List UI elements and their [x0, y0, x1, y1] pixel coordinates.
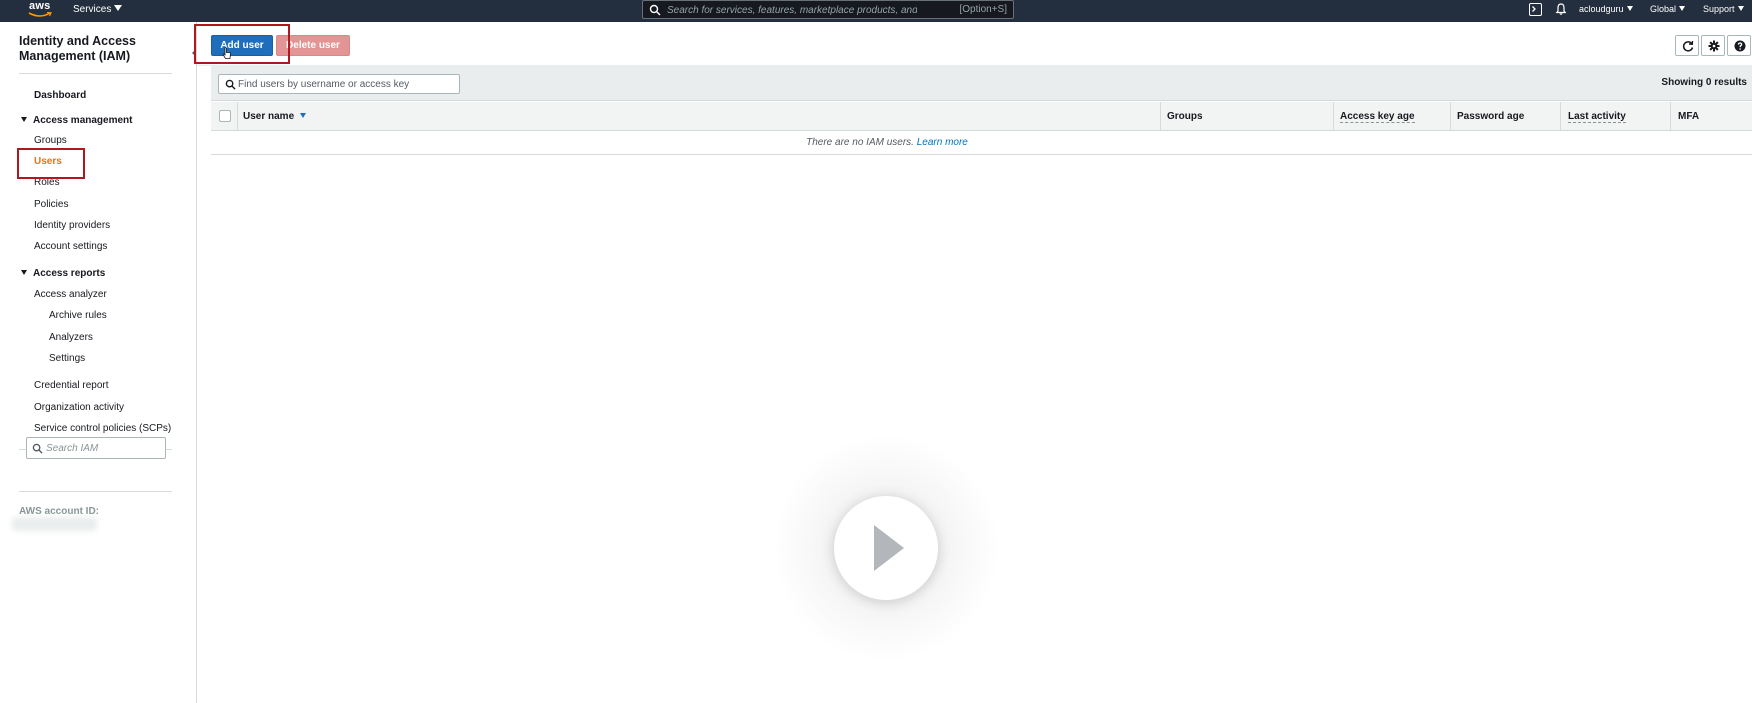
column-header-mfa[interactable]: MFA	[1678, 111, 1699, 122]
column-header-last-activity[interactable]: Last activity	[1568, 111, 1626, 123]
user-search-box[interactable]	[218, 74, 460, 94]
sidebar-item-dashboard[interactable]: Dashboard	[34, 90, 86, 101]
global-search-input[interactable]	[667, 4, 917, 17]
column-header-groups[interactable]: Groups	[1167, 111, 1203, 122]
empty-state-text: There are no IAM users.	[806, 137, 914, 148]
support-menu[interactable]: Support	[1703, 4, 1744, 14]
sidebar-item-archive-rules[interactable]: Archive rules	[49, 310, 107, 321]
sidebar-item-organization-activity[interactable]: Organization activity	[34, 402, 124, 413]
top-navigation-bar: aws Services [Option+S] acloudguru Globa…	[0, 0, 1752, 22]
sidebar-item-analyzers[interactable]: Analyzers	[49, 332, 93, 343]
settings-button[interactable]	[1701, 35, 1725, 56]
sidebar: Identity and Access Management (IAM) Das…	[0, 22, 197, 703]
toolbar	[197, 22, 1752, 66]
column-divider	[1560, 102, 1561, 131]
sidebar-item-identity-providers[interactable]: Identity providers	[34, 220, 110, 231]
caret-down-icon	[21, 117, 27, 122]
results-count: Showing 0 results	[1661, 77, 1747, 88]
sidebar-search-box[interactable]	[26, 437, 166, 459]
chevron-down-icon	[1679, 6, 1686, 11]
services-label: Services	[73, 4, 112, 15]
gear-icon	[1708, 40, 1720, 52]
access-management-section[interactable]: Access management	[21, 115, 133, 126]
refresh-button[interactable]	[1675, 35, 1699, 56]
search-icon	[225, 79, 236, 90]
region-menu[interactable]: Global	[1650, 4, 1686, 14]
support-label: Support	[1703, 4, 1735, 14]
sidebar-item-credential-report[interactable]: Credential report	[34, 380, 108, 391]
access-reports-section[interactable]: Access reports	[21, 268, 105, 279]
learn-more-link[interactable]: Learn more	[917, 137, 968, 148]
sort-descending-icon	[300, 113, 307, 118]
sidebar-item-policies[interactable]: Policies	[34, 199, 68, 210]
column-divider	[1333, 102, 1334, 131]
divider	[19, 491, 172, 492]
services-menu-button[interactable]: Services	[73, 4, 123, 15]
chevron-down-icon	[1626, 6, 1633, 11]
column-divider	[1450, 102, 1451, 131]
search-icon	[649, 4, 661, 16]
empty-state-message: There are no IAM users. Learn more	[211, 137, 1563, 148]
sidebar-item-account-settings[interactable]: Account settings	[34, 241, 107, 252]
column-label: Last activity	[1568, 111, 1626, 123]
chevron-down-icon	[1737, 6, 1744, 11]
column-header-access-key-age[interactable]: Access key age	[1340, 111, 1415, 123]
search-iam-input[interactable]	[46, 442, 161, 455]
column-divider	[1670, 102, 1671, 131]
sidebar-item-access-analyzer[interactable]: Access analyzer	[34, 289, 107, 300]
column-header-password-age[interactable]: Password age	[1457, 111, 1524, 122]
help-icon	[1734, 40, 1746, 52]
cloudshell-icon[interactable]	[1529, 3, 1542, 16]
caret-down-icon	[21, 270, 27, 275]
sidebar-item-analyzer-settings[interactable]: Settings	[49, 353, 85, 364]
account-id-label: AWS account ID:	[19, 506, 100, 517]
aws-logo-text: aws	[29, 0, 51, 12]
divider	[19, 73, 172, 74]
highlight-add-user	[194, 24, 290, 64]
account-id-redacted	[12, 517, 97, 531]
highlight-users-nav	[17, 148, 85, 179]
account-label: acloudguru	[1579, 4, 1624, 14]
account-menu[interactable]: acloudguru	[1579, 4, 1633, 14]
empty-table-row: There are no IAM users. Learn more	[211, 131, 1752, 155]
select-all-checkbox[interactable]	[219, 110, 231, 122]
chevron-down-icon	[114, 5, 123, 11]
user-search-input[interactable]	[238, 78, 453, 91]
sidebar-title[interactable]: Identity and Access Management (IAM)	[19, 34, 179, 64]
refresh-icon	[1682, 40, 1694, 52]
video-play-button[interactable]	[834, 496, 938, 600]
column-label: User name	[243, 111, 295, 122]
access-management-label: Access management	[33, 115, 133, 126]
column-header-user-name[interactable]: User name	[243, 111, 307, 122]
column-divider	[1160, 102, 1161, 131]
global-search-box[interactable]: [Option+S]	[642, 0, 1014, 19]
search-shortcut-hint: [Option+S]	[959, 4, 1007, 15]
pointer-cursor-icon	[222, 47, 231, 59]
search-icon	[32, 443, 43, 454]
sidebar-item-groups[interactable]: Groups	[34, 135, 67, 146]
aws-logo[interactable]: aws	[20, 0, 60, 20]
play-icon	[874, 525, 904, 571]
help-button[interactable]	[1727, 35, 1751, 56]
bell-icon[interactable]	[1554, 2, 1568, 16]
aws-smile-icon	[28, 12, 52, 17]
access-reports-label: Access reports	[33, 268, 106, 279]
sidebar-item-scps[interactable]: Service control policies (SCPs)	[34, 423, 171, 434]
region-label: Global	[1650, 4, 1677, 14]
column-label: Access key age	[1340, 111, 1415, 123]
column-divider	[237, 102, 238, 131]
